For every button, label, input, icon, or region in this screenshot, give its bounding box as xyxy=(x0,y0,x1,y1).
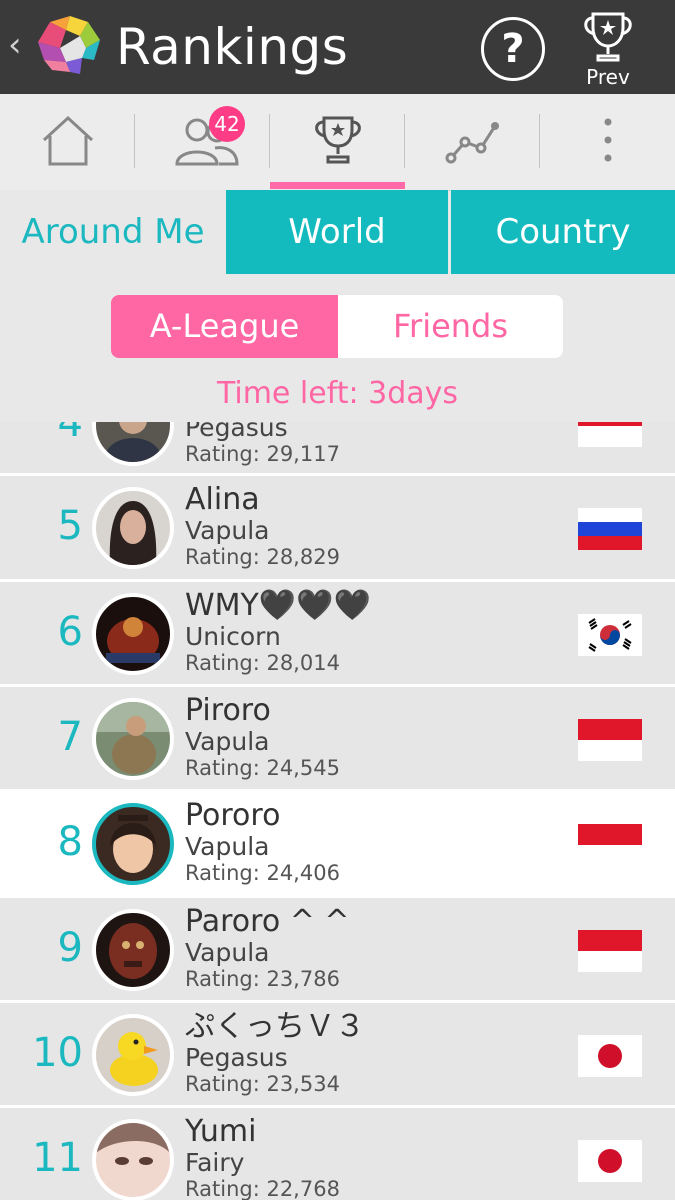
player-league: Vapula xyxy=(185,516,270,545)
time-left-label: Time left: 3days xyxy=(216,376,459,411)
ranking-row[interactable]: 9 Paroro ^ ^ Vapula Rating: 23,786 xyxy=(0,895,675,1001)
flag-japan-icon xyxy=(578,1140,642,1182)
flag-south-korea-icon xyxy=(578,614,642,656)
player-name: WMY🖤🖤🖤 xyxy=(185,588,371,623)
tab-friends[interactable] xyxy=(135,94,270,190)
flag-indonesia-icon xyxy=(578,719,642,761)
avatar xyxy=(92,487,174,569)
a-league-button[interactable]: A-League xyxy=(111,295,338,358)
player-rating: Rating: 23,786 xyxy=(185,967,340,991)
league-toggle: A-League Friends xyxy=(111,295,563,358)
avatar xyxy=(92,593,174,675)
player-league: Fairy xyxy=(185,1148,245,1177)
flag-indonesia-icon xyxy=(578,824,642,866)
stats-icon xyxy=(445,122,499,164)
ranking-row[interactable]: 7 Piroro Vapula Rating: 24,545 xyxy=(0,684,675,790)
tab-stats[interactable] xyxy=(405,94,540,190)
tab-around-me[interactable]: Around Me xyxy=(0,190,226,274)
player-league: Unicorn xyxy=(185,622,281,651)
avatar xyxy=(92,698,174,780)
player-name: Paroro ^ ^ xyxy=(185,904,350,939)
player-rating: Rating: 22,768 xyxy=(185,1177,340,1200)
friends-badge: 42 xyxy=(209,106,245,142)
rankings-list[interactable]: 4 Pegasus Rating: 29,117 5 Alina Vapula … xyxy=(0,422,675,1200)
flag-indonesia-icon xyxy=(578,930,642,972)
player-name: ぷくっちＶ３ xyxy=(185,1009,365,1044)
ranking-row[interactable]: 6 WMY🖤🖤🖤 Unicorn Rating: 28,014 xyxy=(0,579,675,685)
friends-button[interactable]: Friends xyxy=(338,295,563,358)
rank-number: 6 xyxy=(57,609,83,655)
prev-label: Prev xyxy=(586,65,630,89)
player-rating: Rating: 23,534 xyxy=(185,1072,340,1096)
top-bar: ‹ Rankings ? Prev xyxy=(0,0,675,94)
avatar xyxy=(92,1119,174,1200)
rank-number: 9 xyxy=(57,925,83,971)
home-icon xyxy=(42,115,94,166)
player-rating: Rating: 24,545 xyxy=(185,756,340,780)
rank-number: 7 xyxy=(57,714,83,760)
scope-tabs: Around Me World Country xyxy=(0,190,675,274)
tab-rankings[interactable] xyxy=(270,94,405,190)
brain-logo-icon xyxy=(30,12,104,80)
avatar xyxy=(92,909,174,991)
ranking-row[interactable]: 11 Yumi Fairy Rating: 22,768 xyxy=(0,1105,675,1200)
more-icon xyxy=(604,118,612,162)
rank-number: 11 xyxy=(32,1135,83,1181)
player-name: Piroro xyxy=(185,693,271,728)
rank-number: 10 xyxy=(32,1030,83,1076)
player-league: Vapula xyxy=(185,727,270,756)
flag-indonesia-icon xyxy=(578,422,642,447)
avatar xyxy=(92,422,174,466)
player-league: Pegasus xyxy=(185,422,288,442)
rank-number: 5 xyxy=(57,503,83,549)
prev-button[interactable]: Prev xyxy=(577,10,639,90)
ranking-row-current-user[interactable]: 8 Pororo Vapula Rating: 24,406 xyxy=(0,789,675,895)
player-rating: Rating: 29,117 xyxy=(185,442,340,466)
ranking-row[interactable]: 4 Pegasus Rating: 29,117 xyxy=(0,422,675,476)
back-icon[interactable]: ‹ xyxy=(8,28,22,62)
page-title: Rankings xyxy=(116,18,349,76)
player-name: Alina xyxy=(185,482,260,517)
trophy-icon xyxy=(584,12,632,62)
player-rating: Rating: 28,014 xyxy=(185,651,340,675)
ranking-row[interactable]: 10 ぷくっちＶ３ Pegasus Rating: 23,534 xyxy=(0,1000,675,1106)
tab-home[interactable] xyxy=(0,94,135,190)
player-name: Yumi xyxy=(185,1114,257,1149)
tab-world[interactable]: World xyxy=(226,190,448,274)
avatar xyxy=(92,803,174,885)
help-button[interactable]: ? xyxy=(481,17,545,81)
avatar xyxy=(92,1014,174,1096)
flag-russia-icon xyxy=(578,508,642,550)
flag-japan-icon xyxy=(578,1035,642,1077)
player-league: Pegasus xyxy=(185,1043,288,1072)
player-league: Vapula xyxy=(185,832,270,861)
rank-number: 4 xyxy=(57,422,83,446)
rank-number: 8 xyxy=(57,819,83,865)
tab-more[interactable] xyxy=(540,94,675,190)
trophy-icon xyxy=(315,116,361,164)
ranking-row[interactable]: 5 Alina Vapula Rating: 28,829 xyxy=(0,473,675,579)
player-league: Vapula xyxy=(185,938,270,967)
player-name: Pororo xyxy=(185,798,281,833)
player-rating: Rating: 28,829 xyxy=(185,545,340,569)
tab-country[interactable]: Country xyxy=(451,190,675,274)
main-tab-bar: 42 xyxy=(0,94,675,191)
active-tab-indicator xyxy=(270,182,405,189)
player-rating: Rating: 24,406 xyxy=(185,861,340,885)
